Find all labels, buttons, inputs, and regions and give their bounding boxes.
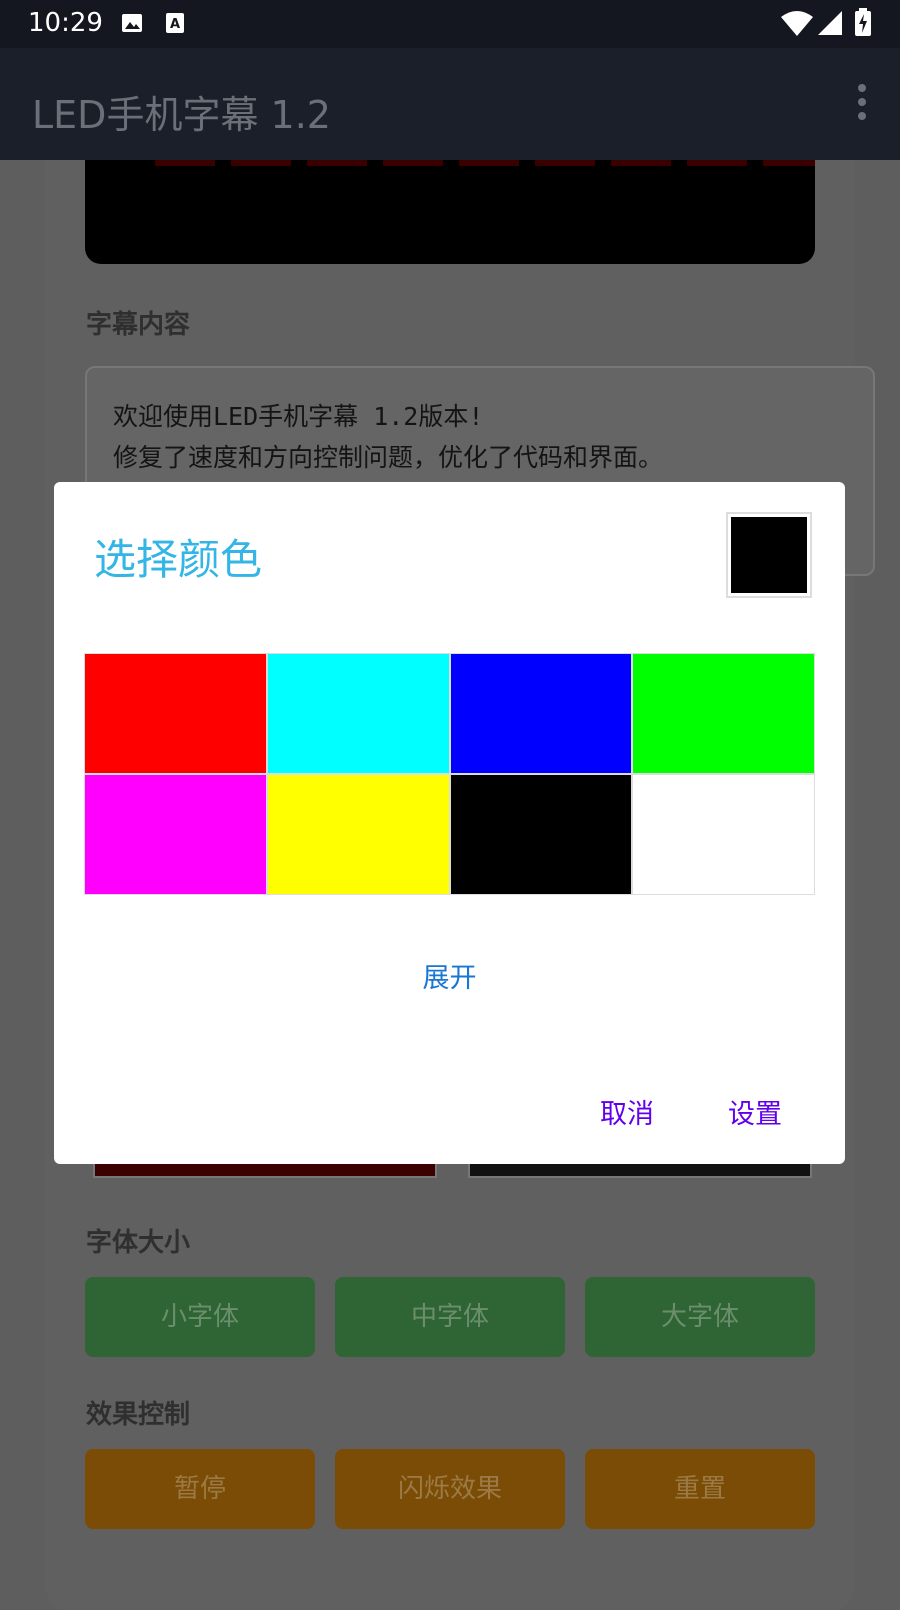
subtitle-text-line: 欢迎使用LED手机字幕 1.2版本! xyxy=(113,402,484,431)
svg-text:A: A xyxy=(170,17,180,32)
wifi-icon xyxy=(781,11,813,36)
font-icon: A xyxy=(166,13,184,33)
swatch-magenta[interactable] xyxy=(84,774,267,895)
app-title: LED手机字幕 1.2 xyxy=(32,93,331,137)
confirm-button[interactable]: 设置 xyxy=(728,1092,782,1131)
status-time: 10:29 xyxy=(28,8,103,38)
color-picker-dialog: 选择颜色 展开 取消 设置 xyxy=(54,482,845,1164)
led-scrolling-text xyxy=(155,160,815,166)
small-font-button[interactable]: 小字体 xyxy=(85,1277,315,1357)
expand-button[interactable]: 展开 xyxy=(54,956,845,995)
led-preview xyxy=(85,160,815,264)
subtitle-text-line: 修复了速度和方向控制问题，优化了代码和界面。 xyxy=(113,443,664,472)
swatch-white[interactable] xyxy=(632,774,815,895)
reset-button[interactable]: 重置 xyxy=(585,1449,815,1529)
swatch-red[interactable] xyxy=(84,653,267,774)
pause-button[interactable]: 暂停 xyxy=(85,1449,315,1529)
subtitle-section-label: 字幕内容 xyxy=(86,310,191,340)
signal-icon xyxy=(818,11,842,35)
large-font-button[interactable]: 大字体 xyxy=(585,1277,815,1357)
more-vert-icon[interactable] xyxy=(854,84,870,126)
blink-effect-button[interactable]: 闪烁效果 xyxy=(335,1449,565,1529)
cancel-button[interactable]: 取消 xyxy=(600,1092,654,1131)
color-swatch-grid xyxy=(84,653,815,895)
medium-font-button[interactable]: 中字体 xyxy=(335,1277,565,1357)
effects-label: 效果控制 xyxy=(86,1400,191,1430)
dialog-title: 选择颜色 xyxy=(94,535,263,584)
swatch-blue[interactable] xyxy=(449,653,633,774)
swatch-black[interactable] xyxy=(449,774,633,895)
current-color-preview xyxy=(726,512,812,598)
swatch-cyan[interactable] xyxy=(266,653,450,774)
current-color-fill xyxy=(731,517,807,593)
swatch-yellow[interactable] xyxy=(266,774,450,895)
font-size-label: 字体大小 xyxy=(86,1228,191,1258)
app-bar: LED手机字幕 1.2 xyxy=(0,48,900,160)
swatch-green[interactable] xyxy=(632,653,815,774)
status-bar: 10:29 A xyxy=(0,0,900,48)
battery-charging-icon xyxy=(855,8,871,36)
image-icon xyxy=(122,14,142,32)
